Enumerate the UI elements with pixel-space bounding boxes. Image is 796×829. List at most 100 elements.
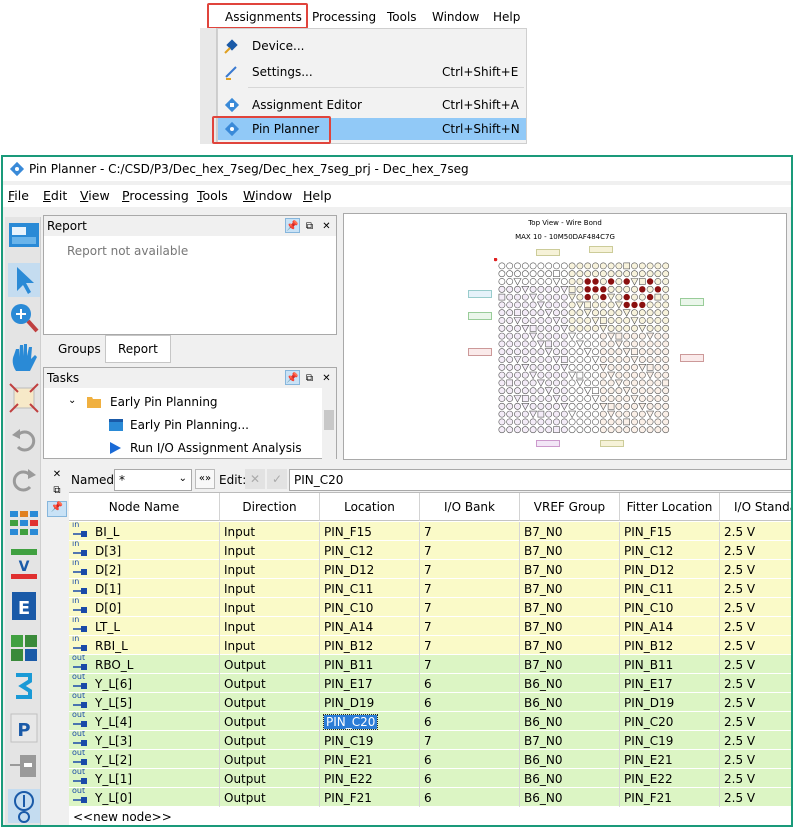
package-pin[interactable] — [638, 356, 646, 363]
table-row[interactable]: in D[2] Input PIN_D12 7 B7_N0 PIN_D12 2.5 V — [69, 560, 791, 579]
package-pin[interactable] — [607, 262, 615, 270]
package-pin[interactable] — [615, 395, 623, 402]
package-pin[interactable] — [506, 356, 514, 363]
package-pin[interactable] — [662, 332, 670, 340]
package-pin[interactable] — [544, 387, 553, 395]
package-pin[interactable] — [498, 418, 506, 426]
package-pin[interactable] — [506, 371, 514, 379]
package-pin[interactable] — [654, 332, 662, 340]
package-pin[interactable] — [646, 340, 654, 348]
fitter-location-cell[interactable]: PIN_D12 — [620, 560, 720, 579]
package-pin[interactable] — [623, 356, 631, 363]
package-pin[interactable] — [599, 325, 608, 333]
package-pin[interactable] — [514, 387, 521, 395]
table-row[interactable]: out Y_L[2] Output PIN_E21 6 B6_N0 PIN_E21 2.5 V — [69, 750, 791, 769]
package-pin[interactable] — [615, 262, 623, 270]
vref-group-cell[interactable]: B6_N0 — [520, 693, 620, 712]
package-pin[interactable] — [646, 332, 655, 341]
package-pin[interactable] — [553, 324, 560, 332]
package-pin[interactable] — [514, 371, 521, 379]
package-pin[interactable] — [623, 410, 631, 418]
direction-cell[interactable]: Input — [220, 636, 320, 655]
package-pin[interactable] — [615, 317, 623, 324]
package-pin[interactable] — [537, 371, 545, 379]
package-pin[interactable] — [576, 402, 584, 410]
package-pin[interactable] — [654, 317, 662, 324]
location-cell[interactable]: PIN_C11 — [320, 579, 420, 598]
tab-report[interactable]: Report — [105, 335, 171, 363]
package-pin[interactable] — [568, 363, 576, 371]
package-pin[interactable] — [584, 301, 591, 309]
package-pin[interactable] — [568, 387, 576, 395]
package-pin[interactable] — [614, 379, 623, 388]
package-pin[interactable] — [544, 348, 553, 356]
package-pin[interactable] — [592, 402, 599, 410]
package-pin[interactable] — [654, 363, 662, 371]
package-pin[interactable] — [576, 332, 584, 340]
package-pin[interactable] — [631, 418, 638, 426]
package-pin[interactable] — [506, 309, 514, 317]
package-pin[interactable] — [631, 293, 638, 301]
package-pin[interactable] — [537, 293, 545, 301]
io-bank-cell[interactable]: 7 — [420, 522, 520, 541]
package-pin[interactable] — [521, 270, 529, 278]
fitter-location-cell[interactable]: PIN_C20 — [620, 712, 720, 731]
package-pin[interactable] — [568, 262, 576, 270]
column-header-fitter-location[interactable]: Fitter Location — [620, 493, 720, 521]
package-pin[interactable] — [521, 418, 529, 426]
package-pin[interactable] — [521, 403, 530, 411]
package-pin[interactable] — [506, 348, 514, 356]
package-pin[interactable] — [646, 426, 654, 434]
package-pin[interactable] — [623, 395, 631, 402]
package-pin[interactable] — [521, 410, 529, 418]
package-pin[interactable] — [506, 418, 514, 426]
float-pane-icon[interactable]: ⧉ — [47, 485, 67, 501]
package-pin[interactable] — [600, 317, 607, 324]
node-name-cell[interactable]: in BI_L — [69, 522, 220, 541]
package-pin[interactable] — [537, 387, 545, 395]
fit-view-icon[interactable] — [8, 381, 40, 415]
node-name-cell[interactable]: out RBO_L — [69, 655, 220, 674]
package-pin[interactable] — [638, 293, 646, 301]
package-pin[interactable] — [553, 387, 560, 395]
menu-tools[interactable]: Tools — [387, 10, 417, 24]
column-header-direction[interactable]: Direction — [220, 493, 320, 521]
package-pin[interactable] — [646, 285, 654, 293]
package-pin[interactable] — [599, 364, 608, 372]
package-pin[interactable] — [576, 262, 584, 270]
package-pin[interactable] — [553, 363, 560, 371]
package-pin[interactable] — [654, 301, 662, 309]
package-pin[interactable] — [521, 387, 529, 395]
package-pin[interactable] — [498, 371, 506, 379]
vref-group-cell[interactable]: B7_N0 — [520, 598, 620, 617]
package-pin[interactable] — [592, 387, 599, 394]
package-pin[interactable] — [654, 340, 662, 348]
io-bank-cell[interactable]: 7 — [420, 655, 520, 674]
package-pin[interactable] — [591, 356, 600, 364]
package-pin[interactable] — [552, 278, 561, 286]
fitter-location-cell[interactable]: PIN_F21 — [620, 788, 720, 807]
package-pin[interactable] — [513, 317, 522, 325]
package-pin[interactable] — [498, 395, 506, 402]
package-pin[interactable] — [576, 278, 584, 285]
package-pin[interactable] — [560, 348, 568, 356]
package-pin[interactable] — [545, 402, 553, 410]
package-pin[interactable] — [591, 317, 600, 325]
package-pin[interactable] — [607, 332, 616, 341]
package-pin[interactable] — [646, 364, 654, 371]
package-pin[interactable] — [623, 418, 630, 426]
package-pin[interactable] — [646, 356, 654, 363]
node-name-cell[interactable]: in D[2] — [69, 560, 220, 579]
package-pin[interactable] — [654, 402, 662, 410]
menu-view[interactable]: View — [80, 188, 110, 203]
package-pin[interactable] — [537, 317, 545, 324]
package-pin[interactable] — [537, 278, 545, 285]
package-pin[interactable] — [552, 395, 561, 403]
package-pin[interactable] — [545, 278, 553, 285]
zoom-icon[interactable] — [8, 301, 40, 335]
package-pin[interactable] — [498, 379, 506, 387]
package-pin[interactable] — [584, 293, 591, 301]
package-pin[interactable] — [654, 286, 662, 293]
package-pin[interactable] — [615, 356, 623, 363]
package-pin[interactable] — [553, 379, 560, 387]
